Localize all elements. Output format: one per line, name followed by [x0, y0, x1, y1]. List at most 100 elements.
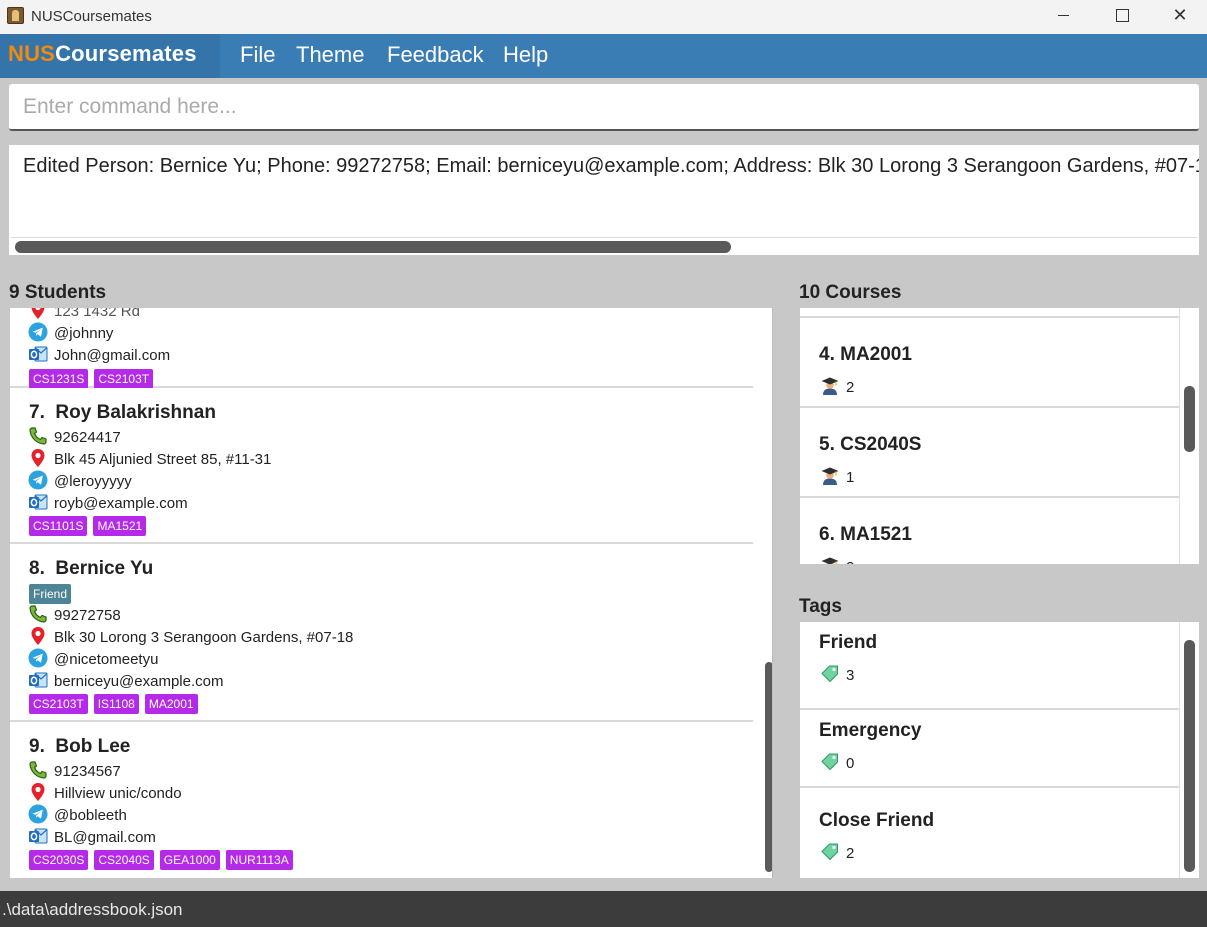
- tags-header: Tags: [799, 596, 842, 617]
- student-course-tags: CS2103T IS1108 MA2001: [29, 694, 204, 714]
- result-scrollbar-thumb[interactable]: [15, 241, 731, 253]
- course-scrollbar-track[interactable]: [1179, 308, 1180, 564]
- tag-student-count: 3: [820, 666, 854, 686]
- status-bar: .\data\addressbook.json: [0, 891, 1207, 927]
- phone-icon: [28, 426, 48, 446]
- student-email: BL@gmail.com: [54, 829, 156, 846]
- tag-scrollbar-thumb[interactable]: [1184, 640, 1195, 872]
- student-card[interactable]: 8. Bernice Yu Friend 99272758 Blk 30 Lor…: [10, 544, 753, 722]
- app-logo: NUSCoursemates: [0, 34, 220, 78]
- student-name-text: Roy Balakrishnan: [55, 402, 216, 423]
- app-icon: [7, 7, 24, 24]
- telegram-icon: [28, 470, 48, 490]
- course-tag: GEA1000: [159, 850, 220, 870]
- course-tag: CS1101S: [29, 516, 88, 536]
- logo-nus-text: NUS: [8, 41, 56, 66]
- course-student-count: 2: [820, 558, 854, 564]
- course-name: 5. CS2040S: [819, 434, 922, 455]
- tag-card[interactable]: Friend 3: [800, 622, 1180, 710]
- student-email: John@gmail.com: [54, 347, 171, 364]
- menu-bar: NUSCoursemates File Theme Feedback Help: [0, 34, 1207, 78]
- student-address-row: 123 1432 Rd: [28, 308, 140, 322]
- course-list[interactable]: 4. MA2001 2 5. CS2040S 1 6. MA1521 2: [800, 308, 1199, 564]
- student-card[interactable]: 7. Roy Balakrishnan 92624417 Blk 45 Alju…: [10, 388, 753, 544]
- student-email: berniceyu@example.com: [54, 673, 224, 690]
- student-scrollbar-thumb[interactable]: [765, 662, 772, 872]
- student-phone-row: 99272758: [28, 606, 121, 626]
- student-index: 8.: [29, 558, 45, 579]
- student-email-row: berniceyu@example.com: [28, 672, 223, 692]
- student-course-tags: CS1101S MA1521: [29, 516, 152, 536]
- course-tag: CS1231S: [29, 369, 89, 389]
- phone-icon: [28, 604, 48, 624]
- student-telegram: @nicetomeetyu: [54, 651, 159, 668]
- tag-count-value: 2: [846, 844, 855, 862]
- tag-card[interactable]: Close Friend 2: [800, 790, 1180, 878]
- course-scrollbar-thumb[interactable]: [1184, 386, 1195, 452]
- map-pin-icon: [28, 626, 48, 646]
- menu-feedback[interactable]: Feedback: [387, 42, 484, 68]
- minimize-button[interactable]: [1040, 0, 1088, 32]
- student-index: 7.: [29, 402, 45, 423]
- course-card[interactable]: 6. MA1521 2: [800, 500, 1180, 564]
- student-name-text: Bernice Yu: [55, 558, 154, 579]
- course-tag: NUR1113A: [225, 850, 293, 870]
- tag-count-value: 0: [846, 754, 855, 772]
- course-card[interactable]: [800, 308, 1180, 318]
- student-phone: 91234567: [54, 763, 121, 780]
- outlook-mail-icon: [28, 492, 48, 512]
- graduate-student-icon: [820, 376, 840, 396]
- menu-help[interactable]: Help: [503, 42, 548, 68]
- student-name: 8. Bernice Yu: [29, 558, 153, 580]
- student-telegram-row: @bobleeth: [28, 806, 127, 826]
- result-text: Edited Person: Bernice Yu; Phone: 992727…: [23, 155, 1199, 177]
- map-pin-icon: [28, 448, 48, 468]
- course-card[interactable]: 5. CS2040S 1: [800, 410, 1180, 498]
- tag-icon: [820, 842, 840, 862]
- maximize-button[interactable]: [1098, 0, 1146, 32]
- student-index: 9.: [29, 736, 45, 757]
- friend-tag: Friend: [29, 584, 72, 604]
- course-count-value: 1: [846, 468, 855, 486]
- student-address-row: Hillview unic/condo: [28, 784, 182, 804]
- map-pin-icon: [28, 782, 48, 802]
- logo-coursemates-text: Coursemates: [55, 41, 197, 66]
- tag-card[interactable]: Emergency 0: [800, 700, 1180, 788]
- student-card[interactable]: 123 1432 Rd @johnny John@gmail.com CS123…: [10, 308, 753, 389]
- course-student-count: 2: [820, 378, 854, 398]
- course-name: 4. MA2001: [819, 344, 912, 365]
- course-tag: CS2103T: [94, 369, 154, 389]
- telegram-icon: [28, 804, 48, 824]
- course-tag: CS2040S: [94, 850, 154, 870]
- course-tag: CS2030S: [29, 850, 89, 870]
- student-list[interactable]: 123 1432 Rd @johnny John@gmail.com CS123…: [10, 308, 773, 878]
- course-card[interactable]: 4. MA2001 2: [800, 320, 1180, 408]
- student-address-row: Blk 30 Lorong 3 Serangoon Gardens, #07-1…: [28, 628, 353, 648]
- tag-list[interactable]: Friend 3 Emergency 0 Close Friend 2: [800, 622, 1199, 878]
- close-button[interactable]: ✕: [1156, 0, 1204, 32]
- student-telegram: @leroyyyyy: [54, 473, 132, 490]
- student-telegram-row: @leroyyyyy: [28, 472, 132, 492]
- graduate-student-icon: [820, 556, 840, 564]
- tag-scrollbar-track[interactable]: [1179, 622, 1180, 878]
- student-name: 9. Bob Lee: [29, 736, 130, 758]
- menu-theme[interactable]: Theme: [296, 42, 364, 68]
- course-count-value: 2: [846, 378, 855, 396]
- student-address: Blk 45 Aljunied Street 85, #11-31: [54, 451, 272, 468]
- student-course-tags: CS1231S CS2103T: [29, 369, 159, 389]
- student-email-row: John@gmail.com: [28, 346, 170, 366]
- student-phone-row: 91234567: [28, 762, 121, 782]
- tag-icon: [820, 664, 840, 684]
- student-address-row: Blk 45 Aljunied Street 85, #11-31: [28, 450, 271, 470]
- student-name-text: Bob Lee: [55, 736, 131, 757]
- student-phone: 99272758: [54, 607, 121, 624]
- command-box: [9, 84, 1199, 131]
- course-count-value: 2: [846, 559, 854, 564]
- command-input[interactable]: [9, 84, 1199, 129]
- tag-count-value: 3: [846, 666, 855, 684]
- student-card[interactable]: 9. Bob Lee 91234567 Hillview unic/condo …: [10, 722, 753, 878]
- phone-icon: [28, 760, 48, 780]
- menu-file[interactable]: File: [240, 42, 275, 68]
- course-student-count: 1: [820, 468, 854, 488]
- telegram-icon: [28, 648, 48, 668]
